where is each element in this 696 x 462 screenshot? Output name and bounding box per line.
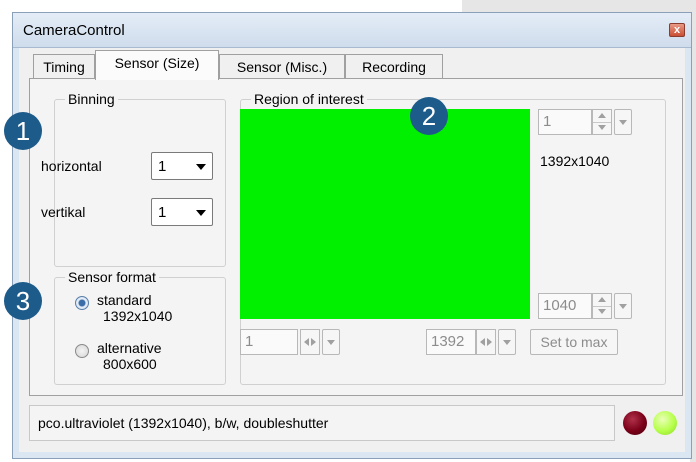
roi-bottom-input[interactable]: 1040 bbox=[538, 293, 592, 319]
status-led-red bbox=[623, 411, 647, 435]
status-led-green bbox=[653, 411, 677, 435]
sensor-format-title: Sensor format bbox=[65, 269, 159, 285]
sensor-size-panel: Binning horizontal 1 vertikal 1 Sensor f… bbox=[29, 78, 683, 396]
standard-resolution: 1392x1040 bbox=[103, 308, 173, 324]
roi-right-dropdown[interactable] bbox=[498, 329, 516, 355]
binning-title: Binning bbox=[65, 91, 118, 107]
roi-title: Region of interest bbox=[251, 91, 367, 107]
roi-preview[interactable] bbox=[240, 109, 530, 319]
window-title: CameraControl bbox=[23, 22, 125, 39]
camera-control-window: CameraControl x Timing Sensor (Size) Sen… bbox=[12, 12, 692, 459]
horizontal-label: horizontal bbox=[41, 158, 102, 174]
tab-sensor-misc[interactable]: Sensor (Misc.) bbox=[219, 54, 345, 80]
standard-radio[interactable] bbox=[75, 296, 89, 310]
sensor-format-group: Sensor format standard 1392x1040 alterna… bbox=[54, 269, 226, 385]
roi-left-dropdown[interactable] bbox=[322, 329, 340, 355]
roi-top-dropdown[interactable] bbox=[614, 109, 632, 135]
roi-top-input[interactable]: 1 bbox=[538, 109, 592, 135]
callout-badge-1: 1 bbox=[4, 112, 42, 150]
vertikal-label: vertikal bbox=[41, 204, 86, 220]
alternative-label: alternative bbox=[97, 340, 162, 356]
roi-bottom-dropdown[interactable] bbox=[614, 293, 632, 319]
arrow-right-icon bbox=[311, 338, 316, 346]
chevron-down-icon bbox=[327, 340, 335, 345]
roi-right-spinner[interactable] bbox=[476, 329, 496, 355]
roi-top-spinner[interactable] bbox=[592, 109, 612, 135]
roi-left-input[interactable]: 1 bbox=[240, 329, 298, 355]
arrow-left-icon bbox=[304, 338, 309, 346]
horizontal-binning-select[interactable]: 1 bbox=[151, 152, 213, 180]
chevron-down-icon bbox=[619, 120, 627, 125]
chevron-down-icon bbox=[619, 304, 627, 309]
tab-timing[interactable]: Timing bbox=[33, 54, 95, 80]
title-bar: CameraControl x bbox=[13, 13, 691, 48]
alternative-resolution: 800x600 bbox=[103, 356, 157, 372]
arrow-down-icon bbox=[598, 309, 606, 314]
arrow-up-icon bbox=[598, 113, 606, 118]
alternative-radio[interactable] bbox=[75, 344, 89, 358]
arrow-right-icon bbox=[487, 338, 492, 346]
chevron-down-icon bbox=[196, 210, 206, 216]
chevron-down-icon bbox=[196, 164, 206, 170]
arrow-up-icon bbox=[598, 297, 606, 302]
tab-recording[interactable]: Recording bbox=[345, 54, 443, 80]
close-button[interactable]: x bbox=[669, 23, 685, 37]
roi-right-input[interactable]: 1392 bbox=[426, 329, 476, 355]
standard-label: standard bbox=[97, 292, 152, 308]
vertikal-binning-value: 1 bbox=[158, 204, 167, 221]
binning-group: Binning horizontal 1 vertikal 1 bbox=[41, 91, 226, 267]
tab-sensor-size[interactable]: Sensor (Size) bbox=[95, 50, 219, 80]
status-bar: pco.ultraviolet (1392x1040), b/w, double… bbox=[29, 405, 615, 441]
callout-badge-3: 3 bbox=[4, 282, 42, 320]
roi-size-readout: 1392x1040 bbox=[540, 153, 610, 169]
roi-left-spinner[interactable] bbox=[300, 329, 320, 355]
callout-badge-2: 2 bbox=[410, 97, 448, 135]
arrow-left-icon bbox=[480, 338, 485, 346]
horizontal-binning-value: 1 bbox=[158, 158, 167, 175]
client-area: Timing Sensor (Size) Sensor (Misc.) Reco… bbox=[19, 48, 685, 452]
set-to-max-button[interactable]: Set to max bbox=[530, 329, 618, 355]
roi-bottom-spinner[interactable] bbox=[592, 293, 612, 319]
arrow-down-icon bbox=[598, 125, 606, 130]
chevron-down-icon bbox=[503, 340, 511, 345]
vertikal-binning-select[interactable]: 1 bbox=[151, 198, 213, 226]
